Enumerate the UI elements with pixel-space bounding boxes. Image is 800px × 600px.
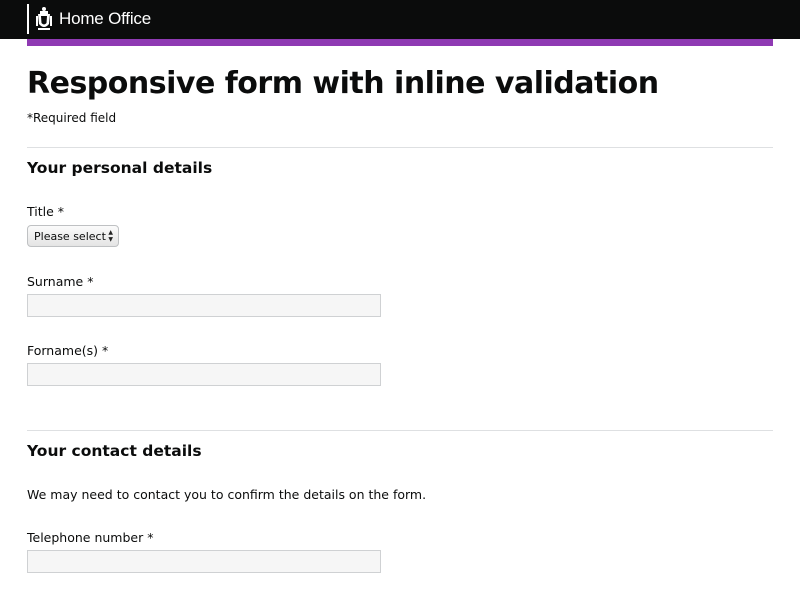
section-divider [27, 430, 773, 431]
page-title: Responsive form with inline validation [27, 66, 659, 101]
section-divider [27, 147, 773, 148]
surname-label: Surname * [27, 274, 94, 289]
title-label: Title * [27, 204, 65, 219]
telephone-label: Telephone number * [27, 530, 154, 545]
header-bar: Home Office [0, 0, 800, 39]
forenames-label: Forname(s) * [27, 343, 109, 358]
title-select[interactable]: Please select ▲ ▼ [27, 225, 119, 247]
home-office-logo-link[interactable]: Home Office [27, 4, 151, 34]
personal-details-heading: Your personal details [27, 159, 213, 177]
forenames-input[interactable] [27, 363, 381, 386]
select-arrows-icon: ▲ ▼ [108, 229, 113, 243]
org-name: Home Office [59, 9, 151, 28]
telephone-input[interactable] [27, 550, 381, 573]
surname-input[interactable] [27, 294, 381, 317]
royal-crest-icon [36, 7, 52, 30]
required-field-note: *Required field [27, 111, 117, 125]
contact-intro-text: We may need to contact you to confirm th… [27, 487, 427, 502]
title-select-value: Please select [34, 230, 106, 243]
accent-stripe [27, 39, 773, 46]
contact-details-heading: Your contact details [27, 442, 202, 460]
